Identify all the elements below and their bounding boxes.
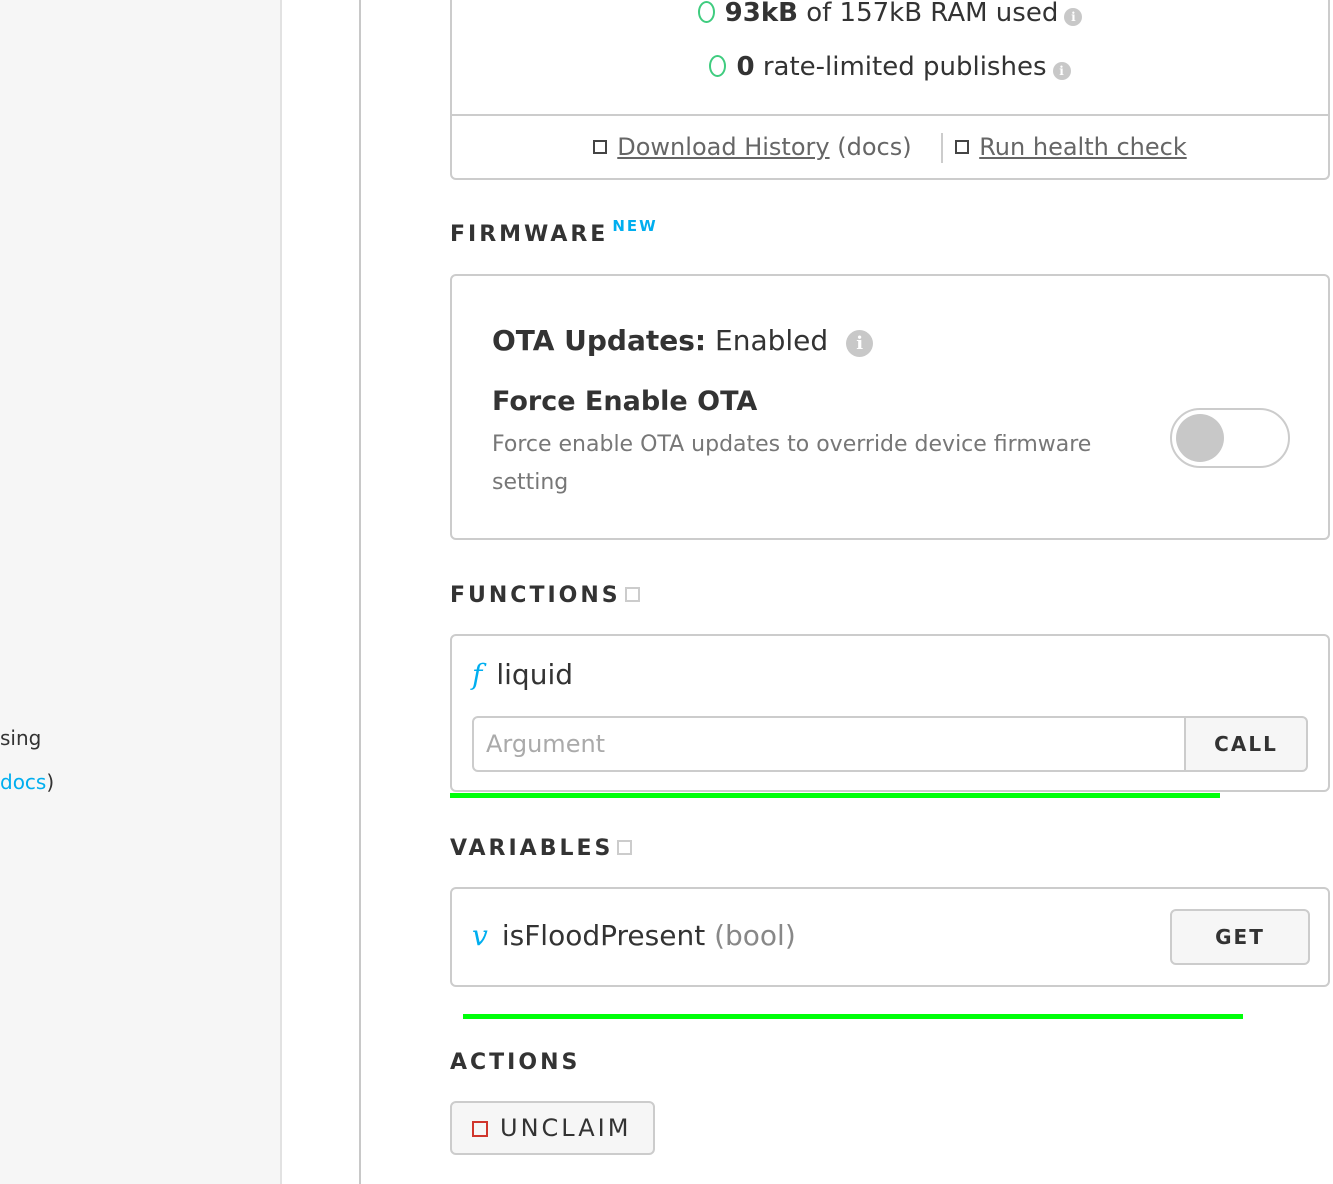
sidebar-text-fragment: sing xyxy=(0,726,42,750)
firmware-card: OTA Updates: Enabled i Force Enable OTA F… xyxy=(450,274,1330,540)
download-history-docs-link[interactable]: (docs) xyxy=(837,133,911,161)
ram-used-value: 93kB xyxy=(724,0,798,28)
unclaim-icon xyxy=(472,1121,488,1137)
rate-limited-row: 0 rate-limited publishes i xyxy=(452,52,1328,82)
force-enable-ota-toggle[interactable] xyxy=(1170,408,1290,468)
run-health-check-link[interactable]: Run health check xyxy=(979,133,1187,161)
rate-limited-count: 0 xyxy=(736,52,755,82)
variable-name: isFloodPresent xyxy=(501,919,706,952)
unclaim-label: UNCLAIM xyxy=(500,1114,632,1142)
variable-card: v isFloodPresent (bool) GET xyxy=(450,887,1330,987)
actions-section-title: ACTIONS xyxy=(450,1050,581,1075)
highlight-bar xyxy=(463,1014,1243,1019)
firmware-section-title: FIRMWARE NEW xyxy=(450,217,658,247)
call-function-button[interactable]: CALL xyxy=(1184,716,1308,772)
functions-help-icon[interactable] xyxy=(624,587,640,602)
footer-separator xyxy=(941,133,944,163)
variable-name-row: v isFloodPresent (bool) xyxy=(472,919,796,952)
new-badge: NEW xyxy=(612,217,658,235)
functions-section-title: FUNCTIONS xyxy=(450,583,640,608)
status-ok-icon xyxy=(697,1,715,23)
variables-section-title: VARIABLES xyxy=(450,836,633,861)
health-card-footer: Download History (docs) Run health check xyxy=(452,114,1328,178)
get-variable-button[interactable]: GET xyxy=(1170,909,1310,965)
variable-icon: v xyxy=(472,919,488,952)
variable-type: (bool) xyxy=(714,919,796,952)
sidebar-paren: ) xyxy=(46,770,55,794)
function-name: liquid xyxy=(496,658,574,691)
sidebar-docs-link[interactable]: docs xyxy=(0,770,46,794)
force-enable-ota-title: Force Enable OTA xyxy=(492,386,758,417)
download-history-link[interactable]: Download History xyxy=(617,133,829,161)
info-icon[interactable]: i xyxy=(846,330,874,357)
device-health-card: 93kB of 157kB RAM used i 0 rate-limited p… xyxy=(450,0,1330,180)
health-check-icon xyxy=(955,140,970,154)
function-argument-input[interactable] xyxy=(472,716,1186,772)
force-enable-ota-description: Force enable OTA updates to override dev… xyxy=(492,432,1092,495)
ota-value: Enabled xyxy=(706,324,829,357)
ram-used-label: of 157kB RAM used xyxy=(797,0,1059,28)
toggle-knob xyxy=(1176,414,1224,462)
sidebar: sing docs) xyxy=(0,0,282,1184)
info-icon[interactable]: i xyxy=(1052,62,1071,80)
ota-label: OTA Updates: xyxy=(492,324,707,357)
function-card: fliquid CALL xyxy=(450,634,1330,792)
functions-title-text: FUNCTIONS xyxy=(450,583,621,608)
status-ok-icon xyxy=(709,55,727,77)
highlight-bar xyxy=(450,793,1220,798)
info-icon[interactable]: i xyxy=(1064,8,1083,26)
download-icon xyxy=(593,140,608,154)
sidebar-docs-line: docs) xyxy=(0,770,54,794)
panel-divider xyxy=(359,0,361,1184)
rate-limited-label: rate-limited publishes xyxy=(754,52,1047,82)
variables-help-icon[interactable] xyxy=(617,840,633,855)
function-icon: f xyxy=(472,658,483,691)
firmware-title-text: FIRMWARE xyxy=(450,222,609,247)
function-name-row: f liquid xyxy=(472,658,573,691)
ram-usage-row: 93kB of 157kB RAM used i xyxy=(452,0,1328,28)
ota-status-row: OTA Updates: Enabled i xyxy=(492,324,874,357)
variables-title-text: VARIABLES xyxy=(450,836,614,861)
unclaim-button[interactable]: UNCLAIM xyxy=(450,1101,655,1155)
